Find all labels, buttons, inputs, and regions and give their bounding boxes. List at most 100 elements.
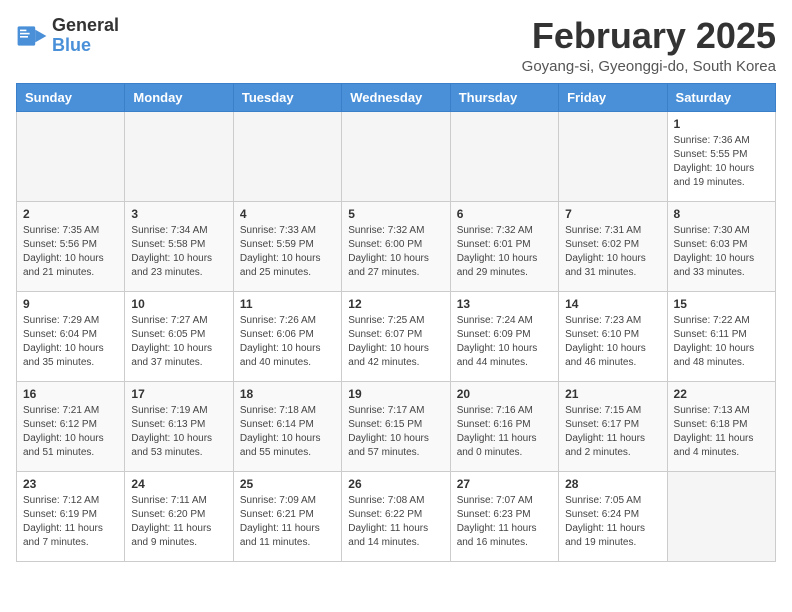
week-row-4: 16 Sunrise: 7:21 AM Sunset: 6:12 PM Dayli… bbox=[17, 381, 776, 471]
day-number: 22 bbox=[674, 387, 769, 401]
calendar-cell: 9 Sunrise: 7:29 AM Sunset: 6:04 PM Daylig… bbox=[17, 291, 125, 381]
day-number: 12 bbox=[348, 297, 443, 311]
calendar-cell: 17 Sunrise: 7:19 AM Sunset: 6:13 PM Dayli… bbox=[125, 381, 233, 471]
logo-line1: General bbox=[52, 16, 119, 36]
week-row-3: 9 Sunrise: 7:29 AM Sunset: 6:04 PM Daylig… bbox=[17, 291, 776, 381]
day-info: Sunrise: 7:36 AM Sunset: 5:55 PM Dayligh… bbox=[674, 134, 769, 190]
day-number: 24 bbox=[131, 477, 226, 491]
day-info: Sunrise: 7:22 AM Sunset: 6:11 PM Dayligh… bbox=[674, 314, 769, 370]
day-info: Sunrise: 7:07 AM Sunset: 6:23 PM Dayligh… bbox=[457, 494, 552, 550]
month-title: February 2025 bbox=[522, 16, 776, 56]
day-number: 1 bbox=[674, 117, 769, 131]
calendar-cell: 27 Sunrise: 7:07 AM Sunset: 6:23 PM Dayli… bbox=[450, 471, 558, 561]
day-info: Sunrise: 7:11 AM Sunset: 6:20 PM Dayligh… bbox=[131, 494, 226, 550]
day-number: 13 bbox=[457, 297, 552, 311]
calendar-cell bbox=[559, 111, 667, 201]
day-number: 2 bbox=[23, 207, 118, 221]
calendar-cell bbox=[450, 111, 558, 201]
weekday-header-monday: Monday bbox=[125, 83, 233, 111]
calendar-cell: 5 Sunrise: 7:32 AM Sunset: 6:00 PM Daylig… bbox=[342, 201, 450, 291]
calendar-table: SundayMondayTuesdayWednesdayThursdayFrid… bbox=[16, 83, 776, 562]
day-info: Sunrise: 7:29 AM Sunset: 6:04 PM Dayligh… bbox=[23, 314, 118, 370]
logo-line2: Blue bbox=[52, 36, 119, 56]
week-row-1: 1 Sunrise: 7:36 AM Sunset: 5:55 PM Daylig… bbox=[17, 111, 776, 201]
day-number: 8 bbox=[674, 207, 769, 221]
day-number: 14 bbox=[565, 297, 660, 311]
weekday-header-wednesday: Wednesday bbox=[342, 83, 450, 111]
calendar-cell: 20 Sunrise: 7:16 AM Sunset: 6:16 PM Dayli… bbox=[450, 381, 558, 471]
calendar-cell: 16 Sunrise: 7:21 AM Sunset: 6:12 PM Dayli… bbox=[17, 381, 125, 471]
day-number: 27 bbox=[457, 477, 552, 491]
weekday-header-thursday: Thursday bbox=[450, 83, 558, 111]
day-info: Sunrise: 7:08 AM Sunset: 6:22 PM Dayligh… bbox=[348, 494, 443, 550]
day-number: 10 bbox=[131, 297, 226, 311]
day-info: Sunrise: 7:23 AM Sunset: 6:10 PM Dayligh… bbox=[565, 314, 660, 370]
calendar-cell: 23 Sunrise: 7:12 AM Sunset: 6:19 PM Dayli… bbox=[17, 471, 125, 561]
calendar-cell bbox=[17, 111, 125, 201]
calendar-cell: 14 Sunrise: 7:23 AM Sunset: 6:10 PM Dayli… bbox=[559, 291, 667, 381]
day-info: Sunrise: 7:16 AM Sunset: 6:16 PM Dayligh… bbox=[457, 404, 552, 460]
calendar-cell: 21Sunrise: 7:15 AM Sunset: 6:17 PM Dayli… bbox=[559, 381, 667, 471]
calendar-cell: 26Sunrise: 7:08 AM Sunset: 6:22 PM Dayli… bbox=[342, 471, 450, 561]
day-info: Sunrise: 7:09 AM Sunset: 6:21 PM Dayligh… bbox=[240, 494, 335, 550]
day-number: 9 bbox=[23, 297, 118, 311]
calendar-cell: 15 Sunrise: 7:22 AM Sunset: 6:11 PM Dayli… bbox=[667, 291, 775, 381]
day-number: 19 bbox=[348, 387, 443, 401]
weekday-header-row: SundayMondayTuesdayWednesdayThursdayFrid… bbox=[17, 83, 776, 111]
day-number: 17 bbox=[131, 387, 226, 401]
day-info: Sunrise: 7:32 AM Sunset: 6:00 PM Dayligh… bbox=[348, 224, 443, 280]
day-info: Sunrise: 7:32 AM Sunset: 6:01 PM Dayligh… bbox=[457, 224, 552, 280]
day-number: 28 bbox=[565, 477, 660, 491]
day-info: Sunrise: 7:30 AM Sunset: 6:03 PM Dayligh… bbox=[674, 224, 769, 280]
weekday-header-friday: Friday bbox=[559, 83, 667, 111]
day-info: Sunrise: 7:27 AM Sunset: 6:05 PM Dayligh… bbox=[131, 314, 226, 370]
day-info: Sunrise: 7:21 AM Sunset: 6:12 PM Dayligh… bbox=[23, 404, 118, 460]
day-number: 6 bbox=[457, 207, 552, 221]
day-number: 15 bbox=[674, 297, 769, 311]
calendar-cell: 24 Sunrise: 7:11 AM Sunset: 6:20 PM Dayli… bbox=[125, 471, 233, 561]
calendar-cell: 25 Sunrise: 7:09 AM Sunset: 6:21 PM Dayli… bbox=[233, 471, 341, 561]
day-info: Sunrise: 7:33 AM Sunset: 5:59 PM Dayligh… bbox=[240, 224, 335, 280]
day-number: 3 bbox=[131, 207, 226, 221]
calendar-cell bbox=[667, 471, 775, 561]
day-number: 4 bbox=[240, 207, 335, 221]
day-number: 23 bbox=[23, 477, 118, 491]
calendar-cell: 12Sunrise: 7:25 AM Sunset: 6:07 PM Dayli… bbox=[342, 291, 450, 381]
day-info: Sunrise: 7:12 AM Sunset: 6:19 PM Dayligh… bbox=[23, 494, 118, 550]
day-info: Sunrise: 7:34 AM Sunset: 5:58 PM Dayligh… bbox=[131, 224, 226, 280]
weekday-header-tuesday: Tuesday bbox=[233, 83, 341, 111]
day-number: 5 bbox=[348, 207, 443, 221]
location: Goyang-si, Gyeonggi-do, South Korea bbox=[522, 58, 776, 75]
day-info: Sunrise: 7:31 AM Sunset: 6:02 PM Dayligh… bbox=[565, 224, 660, 280]
calendar-cell: 4 Sunrise: 7:33 AM Sunset: 5:59 PM Daylig… bbox=[233, 201, 341, 291]
day-info: Sunrise: 7:35 AM Sunset: 5:56 PM Dayligh… bbox=[23, 224, 118, 280]
day-number: 25 bbox=[240, 477, 335, 491]
calendar-cell: 10 Sunrise: 7:27 AM Sunset: 6:05 PM Dayli… bbox=[125, 291, 233, 381]
weekday-header-saturday: Saturday bbox=[667, 83, 775, 111]
day-info: Sunrise: 7:26 AM Sunset: 6:06 PM Dayligh… bbox=[240, 314, 335, 370]
weekday-header-sunday: Sunday bbox=[17, 83, 125, 111]
page-header: General Blue February 2025 Goyang-si, Gy… bbox=[16, 16, 776, 75]
calendar-cell: 13Sunrise: 7:24 AM Sunset: 6:09 PM Dayli… bbox=[450, 291, 558, 381]
calendar-cell: 3 Sunrise: 7:34 AM Sunset: 5:58 PM Daylig… bbox=[125, 201, 233, 291]
calendar-cell: 11Sunrise: 7:26 AM Sunset: 6:06 PM Dayli… bbox=[233, 291, 341, 381]
day-info: Sunrise: 7:18 AM Sunset: 6:14 PM Dayligh… bbox=[240, 404, 335, 460]
day-number: 21 bbox=[565, 387, 660, 401]
calendar-cell: 19 Sunrise: 7:17 AM Sunset: 6:15 PM Dayli… bbox=[342, 381, 450, 471]
calendar-cell: 6 Sunrise: 7:32 AM Sunset: 6:01 PM Daylig… bbox=[450, 201, 558, 291]
calendar-cell: 28 Sunrise: 7:05 AM Sunset: 6:24 PM Dayli… bbox=[559, 471, 667, 561]
logo-icon bbox=[16, 20, 48, 52]
calendar-cell: 2 Sunrise: 7:35 AM Sunset: 5:56 PM Daylig… bbox=[17, 201, 125, 291]
calendar-cell: 7 Sunrise: 7:31 AM Sunset: 6:02 PM Daylig… bbox=[559, 201, 667, 291]
day-info: Sunrise: 7:05 AM Sunset: 6:24 PM Dayligh… bbox=[565, 494, 660, 550]
day-info: Sunrise: 7:17 AM Sunset: 6:15 PM Dayligh… bbox=[348, 404, 443, 460]
day-number: 7 bbox=[565, 207, 660, 221]
calendar-cell: 1 Sunrise: 7:36 AM Sunset: 5:55 PM Daylig… bbox=[667, 111, 775, 201]
day-number: 20 bbox=[457, 387, 552, 401]
day-number: 16 bbox=[23, 387, 118, 401]
calendar-cell bbox=[342, 111, 450, 201]
day-info: Sunrise: 7:19 AM Sunset: 6:13 PM Dayligh… bbox=[131, 404, 226, 460]
calendar-cell: 8 Sunrise: 7:30 AM Sunset: 6:03 PM Daylig… bbox=[667, 201, 775, 291]
week-row-5: 23 Sunrise: 7:12 AM Sunset: 6:19 PM Dayli… bbox=[17, 471, 776, 561]
day-number: 18 bbox=[240, 387, 335, 401]
